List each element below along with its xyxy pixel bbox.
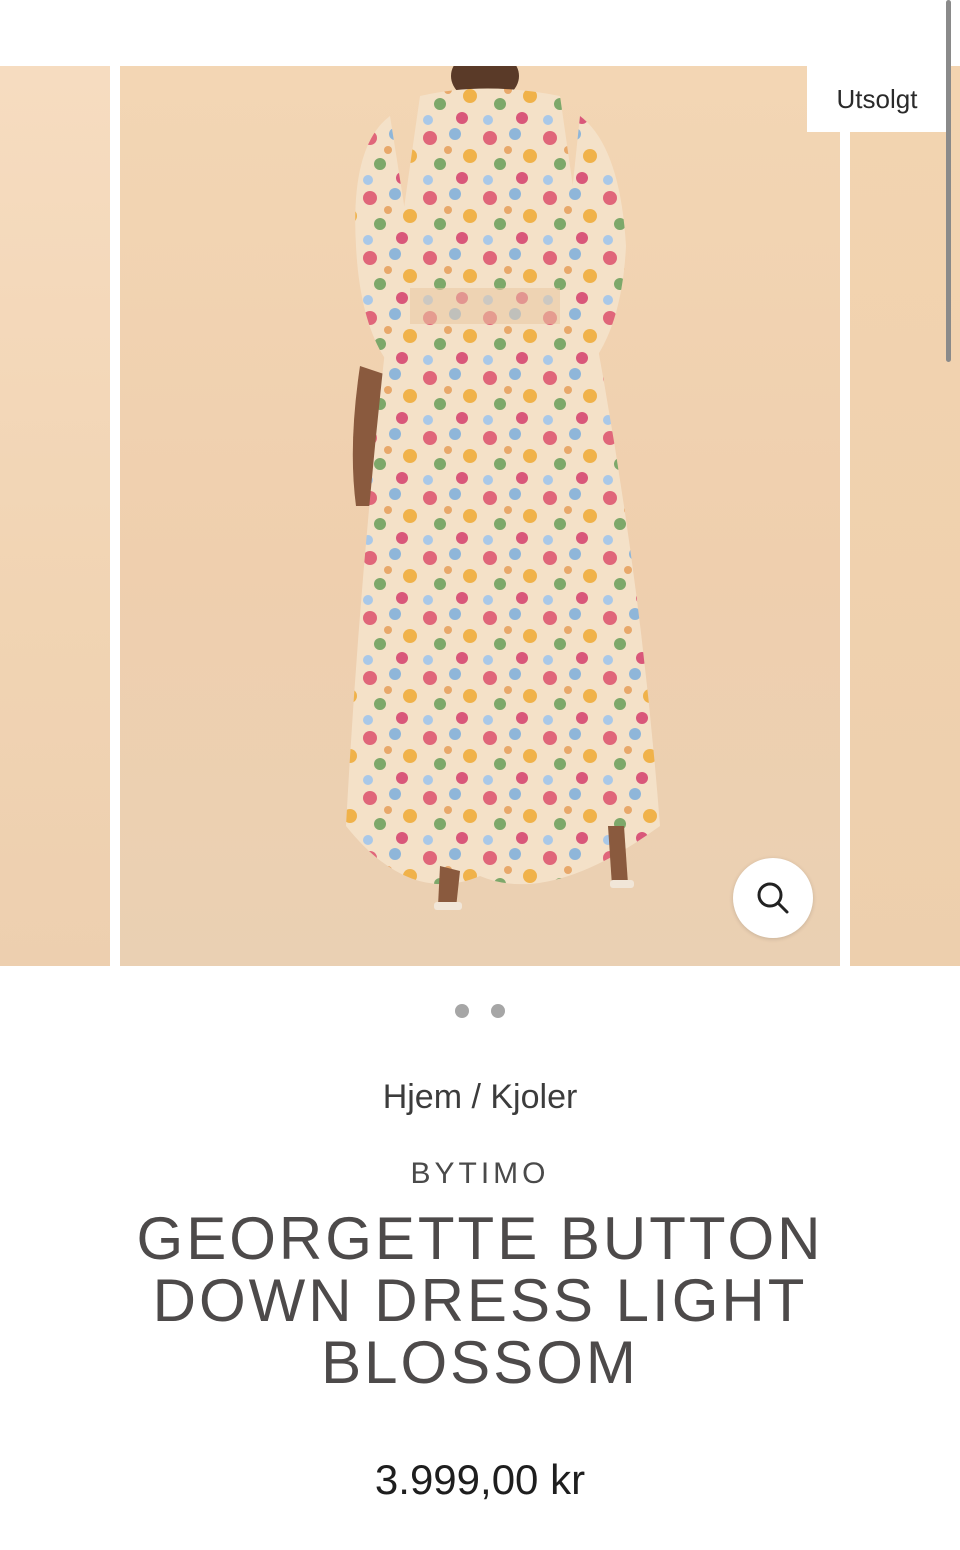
brand-name[interactable]: BYTIMO (0, 1157, 960, 1191)
page-scrollbar[interactable] (946, 0, 951, 362)
breadcrumb: Hjem / Kjoler (0, 1078, 960, 1117)
zoom-button[interactable] (733, 858, 813, 938)
next-slide-image[interactable] (850, 66, 960, 966)
product-title: GEORGETTE BUTTON DOWN DRESS LIGHT BLOSSO… (136, 1205, 824, 1396)
pagination-dot[interactable] (455, 1004, 469, 1018)
previous-slide-image[interactable] (0, 66, 110, 966)
breadcrumb-home-link[interactable]: Hjem (383, 1078, 462, 1116)
product-price: 3.999,00 kr (374, 1456, 586, 1503)
carousel-pagination (0, 1004, 960, 1018)
breadcrumb-separator: / (462, 1078, 491, 1116)
dress-photo (346, 66, 660, 910)
sold-out-badge: Utsolgt (807, 66, 947, 132)
product-image[interactable] (120, 66, 840, 966)
search-icon (757, 882, 789, 914)
product-image-carousel[interactable] (0, 66, 960, 966)
pagination-dot[interactable] (491, 1004, 505, 1018)
breadcrumb-category-link[interactable]: Kjoler (490, 1078, 577, 1116)
